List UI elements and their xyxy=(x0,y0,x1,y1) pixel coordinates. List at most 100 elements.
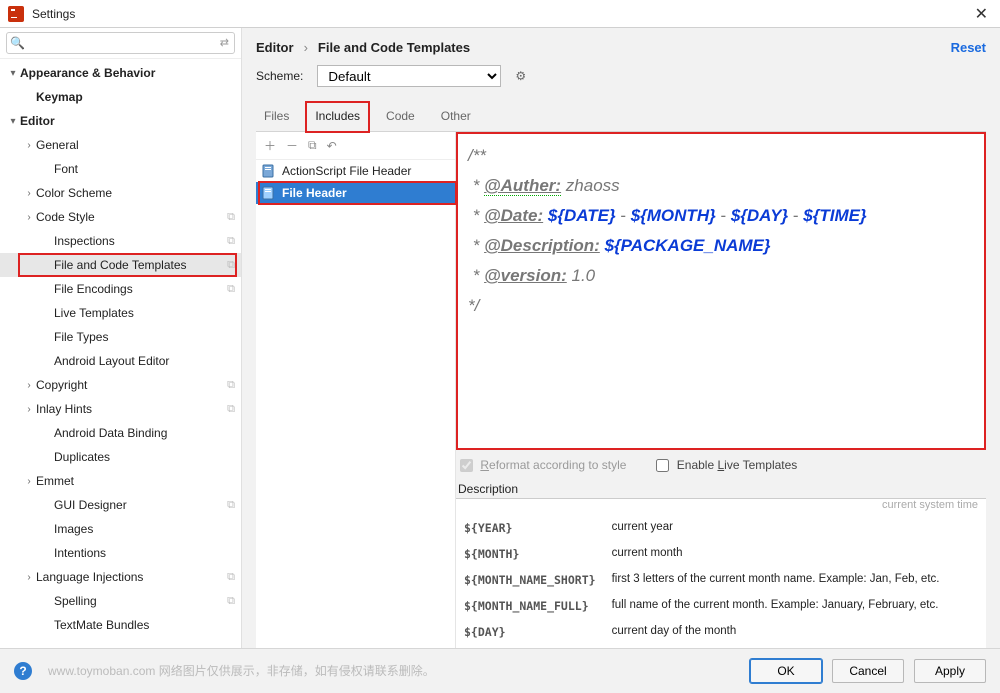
copy-icon[interactable]: ⧉ xyxy=(308,138,317,153)
tree-item[interactable]: ›Code Style⧉ xyxy=(0,205,241,229)
tree-item[interactable]: TextMate Bundles xyxy=(0,613,241,637)
variable-name: ${MONTH} xyxy=(456,541,604,567)
tree-item-label: Inspections xyxy=(54,234,227,248)
tree-item-label: GUI Designer xyxy=(54,498,227,512)
tree-item[interactable]: ▾Editor xyxy=(0,109,241,133)
tree-item[interactable]: ›General xyxy=(0,133,241,157)
breadcrumb-b: File and Code Templates xyxy=(318,40,470,55)
chevron-icon: › xyxy=(22,404,36,415)
template-panel: ＋ － ⧉ ↶ ActionScript File Header File Hea… xyxy=(256,132,986,648)
tree-item-label: General xyxy=(36,138,235,152)
tree-item-label: Inlay Hints xyxy=(36,402,227,416)
scheme-row: Scheme: Default ⚙ xyxy=(256,65,986,87)
tree-item-label: Emmet xyxy=(36,474,235,488)
scope-icon: ⧉ xyxy=(227,571,235,584)
dialog-footer: ? www.toymoban.com 网络图片仅供展示，非存储，如有侵权请联系删… xyxy=(0,648,1000,692)
tab-other[interactable]: Other xyxy=(439,103,473,131)
gear-icon[interactable]: ⚙ xyxy=(515,69,526,83)
tree-item[interactable]: ›Inlay Hints⧉ xyxy=(0,397,241,421)
tab-includes[interactable]: Includes xyxy=(313,103,362,131)
tree-item-label: TextMate Bundles xyxy=(54,618,235,632)
scope-icon: ⧉ xyxy=(227,259,235,272)
chevron-icon: ▾ xyxy=(6,68,20,79)
tree-item[interactable]: Android Data Binding xyxy=(0,421,241,445)
tree-item[interactable]: GUI Designer⧉ xyxy=(0,493,241,517)
tab-code[interactable]: Code xyxy=(384,103,417,131)
tree-item[interactable]: ▾Appearance & Behavior xyxy=(0,61,241,85)
add-icon[interactable]: ＋ xyxy=(264,137,276,154)
undo-icon[interactable]: ↶ xyxy=(327,139,337,153)
live-templates-checkbox[interactable]: Enable Live Templates xyxy=(656,458,797,472)
tree-item[interactable]: File Encodings⧉ xyxy=(0,277,241,301)
scope-icon: ⧉ xyxy=(227,235,235,248)
app-icon xyxy=(8,6,24,22)
variable-desc: current day of the month xyxy=(604,619,986,645)
template-item[interactable]: ActionScript File Header xyxy=(256,160,455,182)
variable-name: ${DAY} xyxy=(456,619,604,645)
tree-item[interactable]: Images xyxy=(0,517,241,541)
template-item-label: ActionScript File Header xyxy=(282,164,411,178)
tree-item[interactable]: Inspections⧉ xyxy=(0,229,241,253)
tree-item[interactable]: Spelling⧉ xyxy=(0,589,241,613)
help-icon[interactable]: ? xyxy=(14,662,32,680)
search-icon: 🔍 xyxy=(10,36,25,50)
tree-item[interactable]: ›Emmet xyxy=(0,469,241,493)
template-list: ActionScript File Header File Header xyxy=(256,160,455,648)
scheme-label: Scheme: xyxy=(256,69,303,83)
editor-options: Reformat according to style Enable Live … xyxy=(456,450,986,480)
tree-item[interactable]: ›Copyright⧉ xyxy=(0,373,241,397)
filter-toggle-icon[interactable]: ⇄ xyxy=(220,36,229,49)
scheme-select[interactable]: Default xyxy=(317,65,501,87)
tree-item-label: Android Data Binding xyxy=(54,426,235,440)
breadcrumb-a[interactable]: Editor xyxy=(256,40,294,55)
tree-item[interactable]: Live Templates xyxy=(0,301,241,325)
close-icon[interactable]: ✕ xyxy=(971,4,992,24)
apply-button[interactable]: Apply xyxy=(914,659,986,683)
chevron-icon: › xyxy=(22,212,36,223)
tree-item[interactable]: Android Layout Editor xyxy=(0,349,241,373)
search-input[interactable] xyxy=(6,32,235,54)
reformat-checkbox: Reformat according to style xyxy=(460,458,626,472)
tree-item[interactable]: ›Color Scheme xyxy=(0,181,241,205)
tree-item[interactable]: File Types xyxy=(0,325,241,349)
tab-files[interactable]: Files xyxy=(262,103,291,131)
remove-icon[interactable]: － xyxy=(286,137,298,154)
scope-icon: ⧉ xyxy=(227,283,235,296)
template-item[interactable]: File Header xyxy=(256,182,455,204)
tree-item-label: File and Code Templates xyxy=(54,258,227,272)
tree-item-label: Images xyxy=(54,522,235,536)
tree-item[interactable]: Duplicates xyxy=(0,445,241,469)
variable-desc: current year xyxy=(604,515,986,541)
chevron-icon: › xyxy=(22,188,36,199)
description-panel: current system time ${YEAR}current year$… xyxy=(456,498,986,648)
ok-button[interactable]: OK xyxy=(750,659,822,683)
template-editor: /** * @Auther: zhaoss * @Date: ${DATE} -… xyxy=(456,132,986,648)
description-prev-row: current system time xyxy=(456,499,986,515)
tree-item[interactable]: Intentions xyxy=(0,541,241,565)
variable-name: ${DAY_NAME_SHORT} xyxy=(456,645,604,648)
reset-link[interactable]: Reset xyxy=(951,40,986,55)
tree-item[interactable]: Keymap xyxy=(0,85,241,109)
code-editor[interactable]: /** * @Auther: zhaoss * @Date: ${DATE} -… xyxy=(456,132,986,450)
scope-icon: ⧉ xyxy=(227,595,235,608)
cancel-button[interactable]: Cancel xyxy=(832,659,904,683)
table-row: ${DAY_NAME_SHORT}first 3 letters of the … xyxy=(456,645,986,648)
tree-item-label: Keymap xyxy=(36,90,235,104)
variable-desc: current month xyxy=(604,541,986,567)
variable-desc: full name of the current month. Example:… xyxy=(604,593,986,619)
tree-item[interactable]: Font xyxy=(0,157,241,181)
tree-item-label: Live Templates xyxy=(54,306,235,320)
table-row: ${DAY}current day of the month xyxy=(456,619,986,645)
reformat-checkbox-input xyxy=(460,459,473,472)
live-templates-checkbox-input[interactable] xyxy=(656,459,669,472)
tree-item-label: Code Style xyxy=(36,210,227,224)
tree-item-label: Editor xyxy=(20,114,235,128)
tree-item[interactable]: File and Code Templates⧉ xyxy=(0,253,241,277)
window-title: Settings xyxy=(32,7,75,21)
variable-name: ${MONTH_NAME_SHORT} xyxy=(456,567,604,593)
chevron-icon: › xyxy=(22,380,36,391)
tree-item[interactable]: ›Language Injections⧉ xyxy=(0,565,241,589)
file-icon xyxy=(262,186,276,200)
watermark-text: www.toymoban.com 网络图片仅供展示，非存储，如有侵权请联系删除。 xyxy=(48,662,435,679)
tree-item-label: Language Injections xyxy=(36,570,227,584)
